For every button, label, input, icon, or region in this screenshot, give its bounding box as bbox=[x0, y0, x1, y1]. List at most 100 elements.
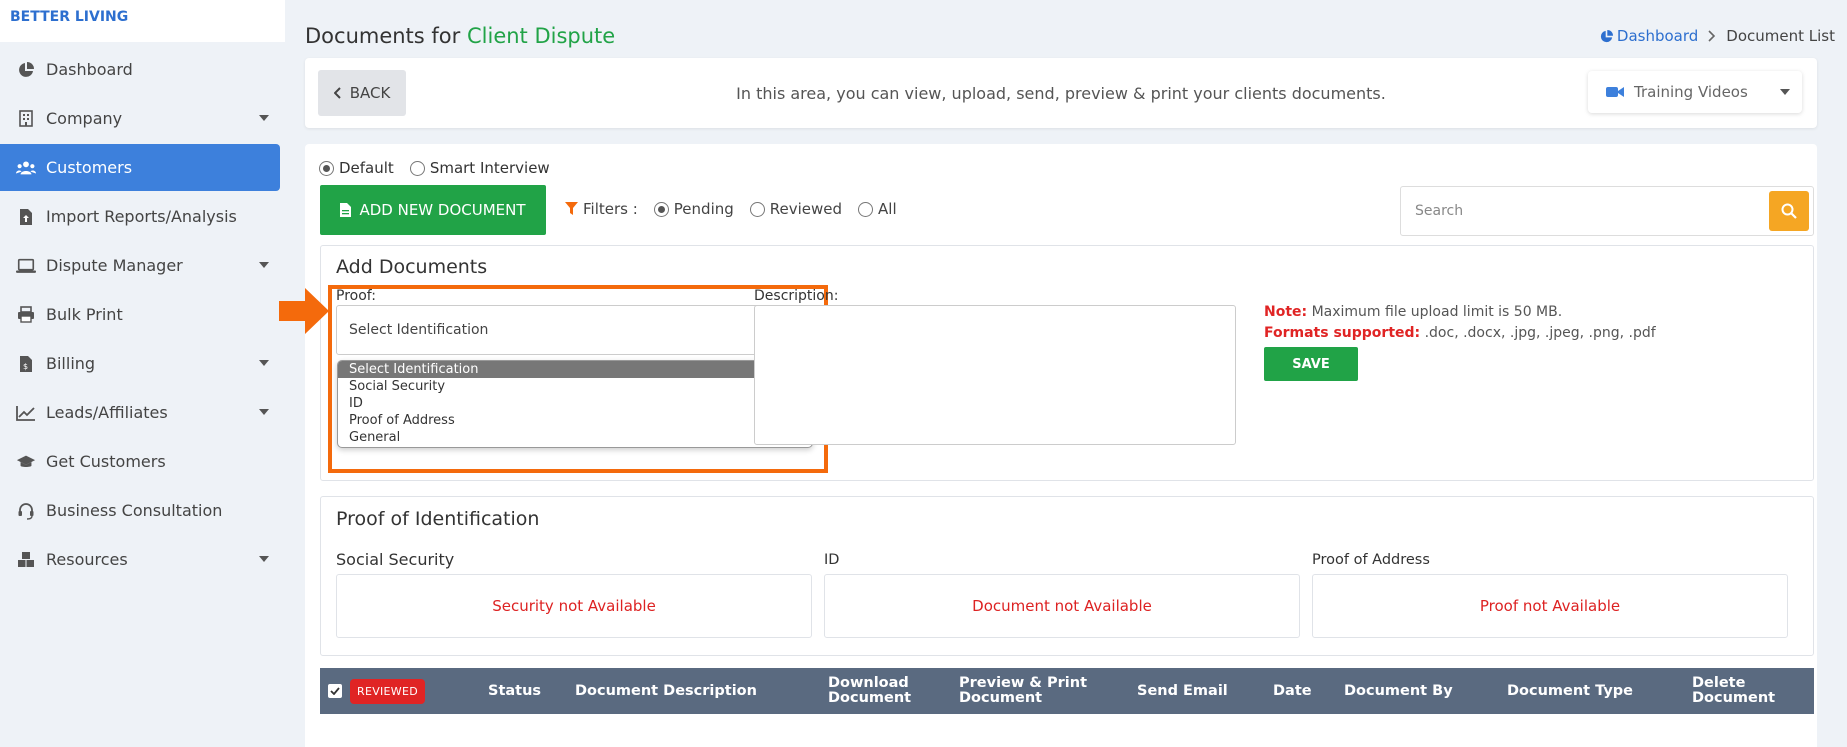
pie-chart-icon bbox=[16, 60, 36, 80]
proof-label: Proof: bbox=[336, 288, 376, 304]
chevron-left-icon bbox=[333, 87, 341, 99]
sidebar-item-get-customers[interactable]: Get Customers bbox=[0, 438, 285, 485]
proof-of-address-label: Proof of Address bbox=[1312, 552, 1430, 568]
column-label: Delete bbox=[1692, 675, 1746, 691]
file-icon bbox=[340, 203, 352, 217]
search-input[interactable] bbox=[1401, 187, 1765, 235]
chevron-down-icon bbox=[259, 556, 269, 562]
proof-option-id[interactable]: ID bbox=[338, 395, 812, 412]
back-button[interactable]: BACK bbox=[318, 70, 406, 116]
sidebar-item-company[interactable]: Company bbox=[0, 95, 285, 142]
search-icon bbox=[1781, 203, 1797, 219]
graduation-cap-icon bbox=[16, 452, 36, 472]
status-filters: Filters : Pending Reviewed All bbox=[565, 200, 897, 218]
column-document-by[interactable]: Document By bbox=[1344, 668, 1453, 714]
sidebar-item-bulk-print[interactable]: Bulk Print bbox=[0, 291, 285, 338]
main-content: Documents for Client Dispute Dashboard D… bbox=[279, 0, 1835, 747]
sidebar-item-import-reports[interactable]: Import Reports/Analysis bbox=[0, 193, 285, 240]
reviewed-button[interactable]: REVIEWED bbox=[350, 678, 426, 704]
search-button[interactable] bbox=[1769, 191, 1809, 231]
video-camera-icon bbox=[1606, 87, 1624, 97]
formats-text: .doc, .docx, .jpg, .jpeg, .png, .pdf bbox=[1424, 325, 1656, 341]
sidebar-item-label: Get Customers bbox=[46, 452, 166, 471]
radio-dot bbox=[319, 160, 334, 176]
mode-selector: Default Smart Interview bbox=[319, 159, 550, 177]
proof-dropdown-list: Select Identification Social Security ID… bbox=[337, 360, 813, 448]
radio-dot bbox=[858, 201, 874, 217]
id-card: Document not Available bbox=[824, 574, 1300, 638]
column-date[interactable]: Date bbox=[1273, 668, 1312, 714]
proof-of-address-card: Proof not Available bbox=[1312, 574, 1788, 638]
radio-dot bbox=[749, 201, 765, 217]
column-send-email[interactable]: Send Email bbox=[1137, 668, 1228, 714]
column-label: Document bbox=[959, 690, 1043, 706]
proof-of-address-status: Proof not Available bbox=[1479, 597, 1621, 615]
add-documents-panel: Add Documents Proof: Select Identificati… bbox=[279, 245, 1814, 481]
note-label: Note: bbox=[1264, 304, 1308, 320]
headset-icon bbox=[16, 501, 36, 521]
proof-option-proof-of-address[interactable]: Proof of Address bbox=[338, 412, 812, 429]
proof-option-general[interactable]: General bbox=[338, 429, 812, 446]
radio-dot bbox=[409, 160, 425, 176]
select-all-column: REVIEWED bbox=[328, 668, 426, 714]
building-icon bbox=[16, 109, 36, 129]
filter-icon bbox=[565, 202, 578, 215]
chevron-down-icon bbox=[259, 262, 269, 268]
proof-select[interactable]: Select Identification bbox=[336, 305, 814, 355]
add-new-document-button[interactable]: ADD NEW DOCUMENT bbox=[320, 185, 546, 235]
svg-text:$: $ bbox=[23, 362, 28, 371]
sidebar-item-label: Dashboard bbox=[46, 60, 133, 79]
upload-note: Note: Maximum file upload limit is 50 MB… bbox=[1264, 302, 1656, 344]
column-document-type[interactable]: Document Type bbox=[1507, 668, 1633, 714]
mode-default-radio[interactable]: Default bbox=[319, 159, 394, 177]
breadcrumb-dashboard-link[interactable]: Dashboard bbox=[1600, 27, 1698, 45]
sidebar-item-leads-affiliates[interactable]: Leads/Affiliates bbox=[0, 389, 285, 436]
radio-dot bbox=[653, 201, 669, 217]
sidebar-item-resources[interactable]: Resources bbox=[0, 536, 285, 583]
column-delete-document[interactable]: Delete Document bbox=[1692, 668, 1775, 714]
radio-label: Reviewed bbox=[769, 200, 843, 218]
column-preview-print-document[interactable]: Preview & Print Document bbox=[959, 668, 1087, 714]
page-title-prefix: Documents for bbox=[305, 24, 461, 48]
training-videos-dropdown[interactable]: Training Videos bbox=[1588, 71, 1802, 113]
breadcrumb: Dashboard Document List bbox=[1600, 27, 1835, 45]
brand-logo[interactable]: BETTER LIVING bbox=[0, 0, 285, 42]
filter-all-radio[interactable]: All bbox=[858, 200, 897, 218]
add-documents-title: Add Documents bbox=[336, 256, 488, 278]
id-status: Document not Available bbox=[972, 597, 1152, 615]
description-textarea[interactable] bbox=[754, 305, 1236, 445]
proof-of-identification-panel: Proof of Identification Social Security … bbox=[320, 496, 1814, 656]
filters-label: Filters : bbox=[565, 200, 638, 218]
chevron-down-icon bbox=[1780, 89, 1790, 95]
filter-reviewed-radio[interactable]: Reviewed bbox=[749, 200, 843, 218]
radio-label: Pending bbox=[673, 200, 734, 218]
column-document-description[interactable]: Document Description bbox=[575, 668, 757, 714]
sidebar-item-dashboard[interactable]: Dashboard bbox=[0, 46, 285, 93]
proof-select-value: Select Identification bbox=[349, 322, 489, 338]
sidebar-item-business-consultation[interactable]: Business Consultation bbox=[0, 487, 285, 534]
column-status[interactable]: Status bbox=[488, 668, 541, 714]
column-download-document[interactable]: Download Document bbox=[828, 668, 911, 714]
sidebar: BETTER LIVING Dashboard Company Customer… bbox=[0, 0, 285, 747]
training-videos-label: Training Videos bbox=[1634, 83, 1748, 101]
sidebar-item-billing[interactable]: $ Billing bbox=[0, 340, 285, 387]
column-label: Preview & Print bbox=[959, 675, 1088, 691]
documents-table-header: REVIEWED Status Document Description Dow… bbox=[320, 668, 1814, 714]
proof-option-social-security[interactable]: Social Security bbox=[338, 378, 812, 395]
line-chart-icon bbox=[16, 403, 36, 423]
laptop-icon bbox=[16, 256, 36, 276]
proof-option-select-identification[interactable]: Select Identification bbox=[338, 361, 812, 378]
mode-smart-interview-radio[interactable]: Smart Interview bbox=[409, 159, 550, 177]
save-button[interactable]: SAVE bbox=[1264, 347, 1358, 381]
sidebar-item-customers[interactable]: Customers bbox=[0, 144, 280, 191]
breadcrumb-current: Document List bbox=[1726, 27, 1835, 45]
boxes-icon bbox=[16, 550, 36, 570]
sidebar-item-label: Resources bbox=[46, 550, 128, 569]
filter-pending-radio[interactable]: Pending bbox=[653, 200, 734, 218]
sidebar-item-dispute-manager[interactable]: Dispute Manager bbox=[0, 242, 285, 289]
documents-panel: Default Smart Interview ADD NEW DOCUMENT… bbox=[279, 144, 1817, 747]
select-all-checkbox[interactable] bbox=[328, 684, 342, 698]
sidebar-item-label: Customers bbox=[46, 158, 133, 177]
page-title: Documents for Client Dispute bbox=[305, 24, 615, 48]
info-bar: BACK In this area, you can view, upload,… bbox=[305, 58, 1817, 128]
